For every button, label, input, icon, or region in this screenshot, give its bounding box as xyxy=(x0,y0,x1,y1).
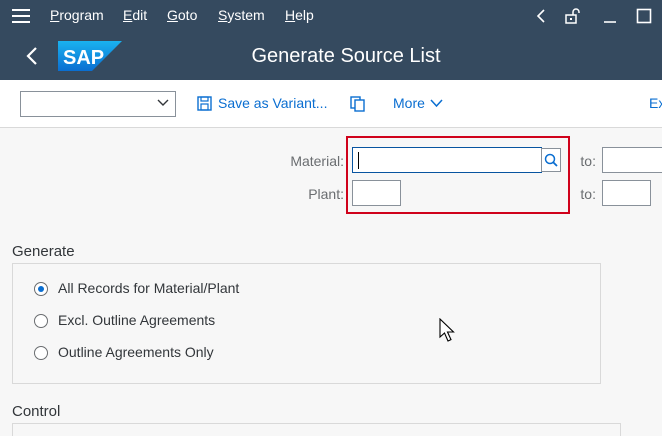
generate-group-title: Generate xyxy=(12,243,75,260)
hamburger-menu-icon[interactable] xyxy=(12,9,30,23)
more-button-label: More xyxy=(393,95,425,111)
maximize-icon[interactable] xyxy=(636,8,652,24)
save-as-variant-button[interactable]: Save as Variant... xyxy=(218,95,327,111)
chevron-down-icon xyxy=(157,99,169,106)
exit-button[interactable]: Ex xyxy=(649,95,662,111)
material-to-input[interactable] xyxy=(602,147,662,173)
title-bar: SAP Generate Source List xyxy=(0,32,662,80)
radio-all-records[interactable] xyxy=(34,282,48,296)
menu-edit[interactable]: Edit xyxy=(123,7,147,23)
radio-outline-agreements-only[interactable] xyxy=(34,346,48,360)
chevron-left-icon[interactable] xyxy=(536,9,546,23)
variant-select[interactable] xyxy=(20,91,176,117)
menu-help[interactable]: Help xyxy=(285,7,314,23)
page-title: Generate Source List xyxy=(251,45,441,67)
menu-goto[interactable]: Goto xyxy=(167,7,197,23)
unlock-icon[interactable] xyxy=(564,7,582,25)
toolbar: Save as Variant... More Ex xyxy=(0,80,662,128)
minimize-icon[interactable] xyxy=(603,8,617,24)
more-chevron-down-icon[interactable] xyxy=(430,99,443,108)
plant-to-input[interactable] xyxy=(602,180,651,206)
menu-bar: Program Edit Goto System Help xyxy=(0,0,662,32)
mouse-pointer-icon xyxy=(439,318,455,342)
copy-icon[interactable] xyxy=(350,96,366,112)
radio-all-records-label[interactable]: All Records for Material/Plant xyxy=(58,280,239,296)
save-icon[interactable] xyxy=(197,96,212,111)
menu-system[interactable]: System xyxy=(218,7,265,23)
control-groupbox xyxy=(12,423,621,436)
radio-outline-agreements-only-label[interactable]: Outline Agreements Only xyxy=(58,344,214,360)
more-button[interactable]: More xyxy=(393,95,425,111)
highlight-box xyxy=(346,136,570,214)
material-label: Material: xyxy=(290,153,344,169)
radio-excl-outline-agreements-label[interactable]: Excl. Outline Agreements xyxy=(58,312,215,328)
control-group-title: Control xyxy=(12,403,61,420)
plant-label: Plant: xyxy=(308,186,344,202)
menu-program[interactable]: Program xyxy=(50,7,104,23)
radio-excl-outline-agreements[interactable] xyxy=(34,314,48,328)
